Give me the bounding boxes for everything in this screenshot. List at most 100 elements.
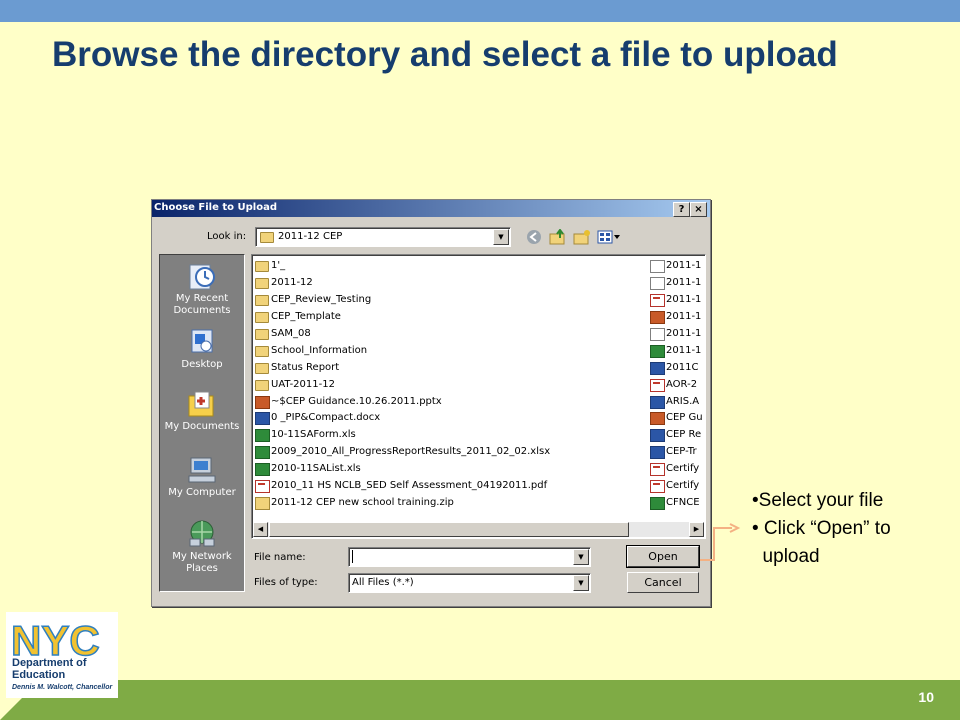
nyc-doe-logo: NYC Department of Education Dennis M. Wa… [6, 612, 118, 698]
files-of-type-dropdown[interactable]: All Files (*.*) ▼ [348, 573, 591, 593]
file-name: 0 _PIP&Compact.docx [271, 412, 381, 424]
file-list-item[interactable]: CEP_Review_Testing [254, 291, 644, 308]
file-list-item[interactable]: UAT-2011-12 [254, 376, 644, 393]
page-number: 10 [918, 689, 934, 705]
place-desktop[interactable]: Desktop [160, 327, 244, 371]
xls-file-icon [650, 344, 665, 358]
file-list-item[interactable]: 2011-1 [649, 291, 705, 308]
place-recent-documents[interactable]: My Recent Documents [160, 261, 244, 317]
file-list-item[interactable]: AOR-2 [649, 376, 705, 393]
file-name-label: File name: [254, 552, 306, 563]
look-in-label: Look in: [207, 231, 247, 242]
files-of-type-label: Files of type: [254, 577, 318, 588]
file-list-item[interactable]: CEP-Tr [649, 443, 705, 460]
file-list-item[interactable]: ~$CEP Guidance.10.26.2011.pptx [254, 393, 644, 410]
file-list-item[interactable]: ARIS.A [649, 393, 705, 410]
my-computer-icon [188, 457, 216, 483]
pdf-file-icon [650, 378, 665, 392]
file-column-2: 2011-1 2011-1 2011-1 2011-1 2011-1 2011-1 2011… [649, 257, 705, 511]
files-of-type-value: All Files (*.*) [352, 577, 414, 588]
callout-arrow-icon [700, 523, 741, 561]
place-my-documents[interactable]: My Documents [160, 389, 244, 433]
file-list-item[interactable]: 2011-12 [254, 274, 644, 291]
file-column-1: 1'_ 2011-12 CEP_Review_Testing CEP_Template… [254, 257, 644, 511]
file-name: 2011-12 [271, 276, 313, 288]
word-file-icon [650, 361, 665, 375]
file-list-item[interactable]: 2011-1 [649, 308, 705, 325]
xls-file-icon [255, 446, 270, 460]
file-list-item[interactable]: Status Report [254, 359, 644, 376]
place-network-places[interactable]: My Network Places [160, 519, 244, 575]
file-name: 2011-1 [666, 344, 702, 356]
file-list-item[interactable]: 2011C [649, 359, 705, 376]
file-name: 2011-1 [666, 310, 702, 322]
file-list-item[interactable]: 2011-1 [649, 274, 705, 291]
file-list-item[interactable]: 0 _PIP&Compact.docx [254, 409, 644, 426]
my-documents-icon [188, 391, 214, 417]
file-list-item[interactable]: Certify [649, 460, 705, 477]
top-bar [0, 0, 960, 22]
folder-icon [260, 232, 274, 243]
file-name: Certify [666, 463, 700, 475]
file-name-input[interactable]: ▼ [348, 547, 591, 567]
file-list-item[interactable]: 10-11SAForm.xls [254, 426, 644, 443]
file-list[interactable]: 1'_ 2011-12 CEP_Review_Testing CEP_Template… [251, 254, 706, 539]
ppt-file-icon [255, 395, 270, 409]
chevron-down-icon[interactable]: ▼ [493, 229, 509, 245]
back-icon[interactable] [524, 229, 544, 247]
word-file-icon [650, 429, 665, 443]
scroll-left-icon[interactable]: ◀ [253, 522, 268, 537]
file-name: 2010-11SAList.xls [271, 463, 361, 475]
help-button[interactable]: ? [673, 202, 690, 217]
open-button[interactable]: Open [626, 545, 700, 568]
file-list-item[interactable]: 2011-1 [649, 325, 705, 342]
place-my-computer[interactable]: My Computer [160, 455, 244, 499]
file-name: 2011C [666, 361, 699, 373]
cancel-button[interactable]: Cancel [627, 572, 699, 593]
horizontal-scrollbar[interactable]: ◀ ▶ [253, 522, 704, 537]
look-in-dropdown[interactable]: 2011-12 CEP ▼ [255, 227, 511, 247]
file-list-item[interactable]: CFNCE [649, 494, 705, 511]
file-name: ARIS.A [666, 395, 700, 407]
ppt-file-icon [650, 310, 665, 324]
place-label: My Network Places [172, 551, 232, 574]
file-list-item[interactable]: 2011-1 [649, 257, 705, 274]
file-list-item[interactable]: 2010-11SAList.xls [254, 460, 644, 477]
bullet-select-file: •Select your file [752, 490, 884, 511]
file-list-item[interactable]: 2011-12 CEP new school training.zip [254, 494, 644, 511]
word-file-icon [255, 412, 270, 426]
file-name: 2010_11 HS NCLB_SED Self Assessment_0419… [271, 480, 548, 492]
file-list-item[interactable]: 1'_ [254, 257, 644, 274]
file-list-item[interactable]: CEP_Template [254, 308, 644, 325]
chevron-down-icon[interactable]: ▼ [573, 575, 589, 591]
folder-icon [255, 345, 269, 357]
file-name: CEP Gu [666, 412, 703, 424]
scroll-thumb[interactable] [269, 522, 629, 537]
close-button[interactable]: × [690, 202, 707, 217]
file-list-item[interactable]: SAM_08 [254, 325, 644, 342]
file-name: CEP Re [666, 429, 702, 441]
new-folder-icon[interactable] [572, 229, 592, 247]
place-label: My Documents [164, 421, 240, 432]
chevron-down-icon[interactable]: ▼ [573, 549, 589, 565]
places-bar: My Recent Documents Desktop My Documents… [159, 254, 245, 592]
file-name: AOR-2 [666, 378, 698, 390]
bullet-upload: upload [752, 546, 820, 567]
slide-title: Browse the directory and select a file t… [52, 35, 838, 74]
ppt-file-icon [650, 412, 665, 426]
place-label: My Recent Documents [173, 293, 231, 316]
folder-icon [255, 294, 269, 306]
up-folder-icon[interactable] [548, 228, 568, 247]
network-places-icon [189, 520, 215, 547]
view-menu-icon[interactable] [596, 229, 622, 247]
file-list-item[interactable]: Certify [649, 477, 705, 494]
pdf-file-icon [650, 480, 665, 494]
file-list-item[interactable]: CEP Gu [649, 409, 705, 426]
file-list-item[interactable]: 2009_2010_All_ProgressReportResults_2011… [254, 443, 644, 460]
word-file-icon [650, 395, 665, 409]
file-list-item[interactable]: CEP Re [649, 426, 705, 443]
file-list-item[interactable]: School_Information [254, 342, 644, 359]
xls-file-icon [650, 497, 665, 511]
file-list-item[interactable]: 2011-1 [649, 342, 705, 359]
file-list-item[interactable]: 2010_11 HS NCLB_SED Self Assessment_0419… [254, 477, 644, 494]
